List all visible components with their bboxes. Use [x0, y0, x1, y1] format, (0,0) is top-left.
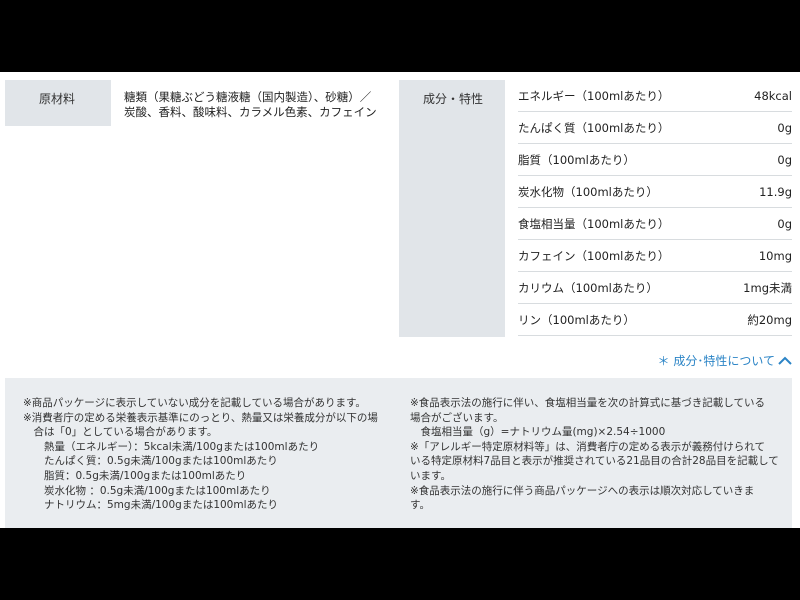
nutrition-info-link-text: ＊ 成分･特性について	[657, 354, 775, 368]
note-line: ※食品表示法の施行に伴い、食塩相当量を次の計算式に基づき記載している	[410, 397, 765, 409]
nutrition-name: リン（100mlあたり）	[518, 312, 635, 327]
notes-left-column: ※商品パッケージに表示していない成分を記載している場合があります。 ※消費者庁の…	[23, 396, 393, 513]
nutrition-name: エネルギー（100mlあたり）	[518, 88, 670, 103]
nutrition-name: 炭水化物（100mlあたり）	[518, 184, 658, 199]
note-line: います。	[410, 469, 451, 482]
note-line: ナトリウム：5mg未満/100gまたは100mlあたり	[23, 499, 279, 512]
chevron-up-icon	[778, 356, 792, 365]
note-line: 食塩相当量（g）=ナトリウム量(mg)×2.54÷1000	[410, 426, 666, 439]
nutrition-name: カフェイン（100mlあたり）	[518, 248, 670, 263]
nutrition-name: カリウム（100mlあたり）	[518, 280, 658, 295]
nutrition-table: エネルギー（100mlあたり） 48kcal たんぱく質（100mlあたり） 0…	[518, 80, 792, 336]
note-line: 炭水化物 ：0.5g未満/100gまたは100mlあたり	[23, 484, 271, 497]
nutrition-value: 48kcal	[754, 88, 792, 103]
nutrition-row: 食塩相当量（100mlあたり） 0g	[518, 208, 792, 240]
note-line: ※食品表示法の施行に伴う商品パッケージへの表示は順次対応していきま	[410, 484, 755, 497]
note-line: 合は「0」としている場合があります。	[23, 426, 218, 439]
note-line: いる特定原材料7品目と表示が推奨されている21品目の合計28品目を記載して	[410, 455, 779, 468]
nutrition-row: カリウム（100mlあたり） 1mg未満	[518, 272, 792, 304]
note-line: す。	[410, 499, 430, 512]
nutrition-label: 成分・特性	[399, 80, 505, 337]
note-line: 脂質：0.5g未満/100gまたは100mlあたり	[23, 469, 247, 482]
nutrition-row: エネルギー（100mlあたり） 48kcal	[518, 80, 792, 112]
product-info-page: 原材料 糖類（果糖ぶどう糖液糖（国内製造）、砂糖）／ 炭酸、香料、酸味料、カラメ…	[0, 72, 800, 528]
nutrition-value: 0g	[777, 120, 792, 135]
nutrition-value: 約20mg	[747, 312, 792, 327]
note-line: 場合がございます。	[410, 411, 504, 424]
nutrition-row: たんぱく質（100mlあたり） 0g	[518, 112, 792, 144]
ingredients-label: 原材料	[5, 80, 111, 126]
nutrition-value: 0g	[777, 216, 792, 231]
nutrition-value: 1mg未満	[743, 280, 792, 295]
ingredients-value: 糖類（果糖ぶどう糖液糖（国内製造）、砂糖）／ 炭酸、香料、酸味料、カラメル色素、…	[124, 90, 384, 120]
nutrition-value: 11.9g	[759, 184, 792, 199]
nutrition-name: 脂質（100mlあたり）	[518, 152, 635, 167]
ingredients-line: 炭酸、香料、酸味料、カラメル色素、カフェイン	[124, 105, 377, 119]
nutrition-row: カフェイン（100mlあたり） 10mg	[518, 240, 792, 272]
note-line: ※商品パッケージに表示していない成分を記載している場合があります。	[23, 397, 366, 409]
note-line: たんぱく質：0.5g未満/100gまたは100mlあたり	[23, 455, 278, 468]
nutrition-name: 食塩相当量（100mlあたり）	[518, 216, 670, 231]
note-line: ※消費者庁の定める栄養表示基準にのっとり、熱量又は栄養成分が以下の場	[23, 411, 378, 424]
nutrition-row: リン（100mlあたり） 約20mg	[518, 304, 792, 336]
nutrition-name: たんぱく質（100mlあたり）	[518, 120, 670, 135]
note-line: ※「アレルギー特定原材料等」は、消費者庁の定める表示が義務付けられて	[410, 440, 765, 453]
note-line: 熱量（エネルギー）：5kcal未満/100gまたは100mlあたり	[23, 440, 320, 453]
ingredients-line: 糖類（果糖ぶどう糖液糖（国内製造）、砂糖）／	[124, 90, 372, 104]
notes-right-column: ※食品表示法の施行に伴い、食塩相当量を次の計算式に基づき記載している 場合がござ…	[410, 396, 780, 513]
nutrition-value: 10mg	[758, 248, 792, 263]
nutrition-value: 0g	[777, 152, 792, 167]
nutrition-row: 炭水化物（100mlあたり） 11.9g	[518, 176, 792, 208]
nutrition-row: 脂質（100mlあたり） 0g	[518, 144, 792, 176]
notes-panel: ※商品パッケージに表示していない成分を記載している場合があります。 ※消費者庁の…	[5, 378, 792, 528]
nutrition-info-toggle-link[interactable]: ＊ 成分･特性について	[658, 352, 792, 369]
